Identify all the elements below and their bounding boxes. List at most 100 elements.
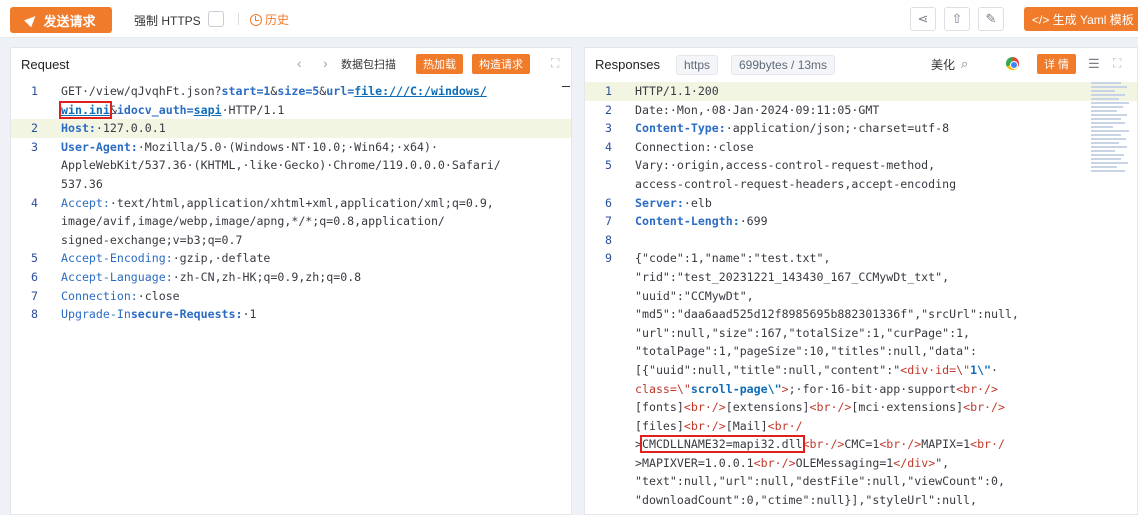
line-content: [files]<br·/>[Mail]<br·/ [635, 418, 803, 433]
line-content: class=\"scroll-page\">;·for·16-bit·app·s… [635, 381, 998, 396]
packet-scan-button[interactable]: 数据包扫描 [341, 55, 396, 73]
request-editor[interactable]: 1 GET·/view/qJvqhFt.json?start=1&size=5&u… [11, 82, 571, 514]
line-number: 5 [605, 158, 612, 173]
force-https-checkbox[interactable] [208, 11, 224, 27]
line-content: Host:·127.0.0.1 [61, 121, 166, 136]
line-content: >CMCDLLNAME32=mapi32.dll<br·/>CMC=1<br·/… [635, 435, 1005, 454]
expand-icon[interactable]: ⛶ [1113, 56, 1121, 71]
generate-yaml-button[interactable]: </> 生成 Yaml 模板 [1024, 7, 1138, 31]
request-title: Request [21, 56, 70, 72]
line-content: >MAPIXVER=1.0.0.1<br·/>OLEMessaging=1</d… [635, 455, 950, 470]
line-content: 537.36 [61, 176, 103, 191]
export-icon[interactable]: ⇧ [944, 7, 970, 31]
line-content: {"code":1,"name":"test.txt", [635, 251, 831, 266]
line-content: Upgrade-Insecure-Requests:·1 [61, 307, 257, 322]
line-number [585, 398, 625, 417]
response-title: Responses [595, 56, 661, 72]
expand-icon[interactable]: ⛶ [551, 56, 559, 71]
share-icon[interactable]: ⋖ [910, 7, 936, 31]
line-number [11, 156, 51, 175]
editor-caret [562, 86, 570, 87]
code-line: 6 Server:·elb [585, 194, 1137, 213]
request-panel: Request ‹ › 数据包扫描 热加载 构造请求 ⛶ 1 GET·/view/… [10, 47, 572, 515]
line-number [585, 268, 625, 287]
line-content: access-control-request-headers,accept-en… [635, 176, 957, 191]
line-number: 6 [605, 195, 612, 210]
line-content: Content-Type:·application/json;·charset=… [635, 121, 950, 136]
code-line: 3 Content-Type:·application/json;·charset… [585, 119, 1137, 138]
line-content: Content-Length:·699 [635, 214, 768, 229]
line-number: 8 [605, 232, 612, 247]
edit-icon[interactable]: ✎ [978, 7, 1004, 31]
response-viewer[interactable]: 1 HTTP/1.1·200 2 Date:·Mon,·08·Jan·2024·09:… [585, 82, 1137, 514]
line-content: "downloadCount":0,"ctime":null}],"styleU… [635, 493, 978, 508]
back-arrow-icon[interactable]: ‹ [297, 55, 302, 71]
history-button[interactable]: 历史 [250, 11, 289, 28]
code-line: >MAPIXVER=1.0.0.1<br·/>OLEMessaging=1</d… [585, 454, 1137, 473]
line-number [585, 324, 625, 343]
size-time-badge: 699bytes / 13ms [731, 55, 836, 75]
code-line: "rid":"test_20231221_143430_167_CCMywDt_… [585, 268, 1137, 287]
line-number [585, 175, 625, 194]
code-line: "uuid":"CCMywDt", [585, 287, 1137, 306]
line-number [585, 380, 625, 399]
code-line: "text":null,"url":null,"destFile":null,"… [585, 472, 1137, 491]
hot-reload-button[interactable]: 热加载 [416, 54, 463, 74]
line-number [11, 231, 51, 250]
line-content: Date:·Mon,·08·Jan·2024·09:11:05·GMT [635, 102, 880, 117]
line-content: HTTP/1.1·200 [635, 84, 719, 98]
line-number: 8 [31, 307, 38, 322]
line-number [11, 175, 51, 194]
request-header: Request ‹ › 数据包扫描 热加载 构造请求 ⛶ [11, 48, 571, 80]
line-number [585, 417, 625, 436]
code-line: 1 HTTP/1.1·200 [585, 82, 1137, 101]
line-content: "rid":"test_20231221_143430_167_CCMywDt_… [635, 269, 950, 284]
code-line: 6 Accept-Language:·zh-CN,zh-HK;q=0.9,zh;q… [11, 268, 571, 287]
code-line: 3 User-Agent:·Mozilla/5.0·(Windows·NT·10.… [11, 138, 571, 157]
line-number: 6 [31, 269, 38, 284]
line-content: "url":null,"size":167,"totalSize":1,"cur… [635, 325, 971, 340]
code-line: 2 Host:·127.0.0.1 [11, 119, 571, 138]
code-line: signed-exchange;v=b3;q=0.7 [11, 231, 571, 250]
protocol-badge: https [676, 55, 719, 75]
code-line: class=\"scroll-page\">;·for·16-bit·app·s… [585, 380, 1137, 399]
code-line: 7 Connection:·close [11, 287, 571, 306]
code-line: 537.36 [11, 175, 571, 194]
line-number: 4 [31, 195, 38, 210]
line-content: Server:·elb [635, 195, 712, 210]
force-https-label: 强制 HTTPS [134, 14, 201, 28]
code-line: [files]<br·/>[Mail]<br·/ [585, 417, 1137, 436]
code-line: 9 {"code":1,"name":"test.txt", [585, 249, 1137, 268]
comment-icon[interactable]: ☰ [1088, 56, 1100, 72]
line-content: [fonts]<br·/>[extensions]<br·/>[mci·exte… [635, 400, 1005, 415]
minimap[interactable] [1091, 82, 1131, 174]
line-number: 9 [605, 251, 612, 266]
line-number [11, 101, 51, 120]
line-content: Connection:·close [61, 288, 180, 303]
send-request-button[interactable]: 发送请求 [10, 7, 112, 33]
browser-icon[interactable] [1006, 57, 1019, 70]
line-number [585, 454, 625, 473]
line-number: 3 [605, 121, 612, 136]
beautify-button[interactable]: 美化 [931, 55, 955, 73]
line-number [585, 305, 625, 324]
line-number [11, 212, 51, 231]
code-line: win.ini&idocv_auth=sapi·HTTP/1.1 [11, 100, 571, 120]
send-request-label: 发送请求 [43, 13, 96, 29]
details-button[interactable]: 详 情 [1037, 54, 1077, 74]
build-request-button[interactable]: 构造请求 [472, 54, 530, 74]
response-panel: Responses https 699bytes / 13ms 美化 ⌕ 详 情… [584, 47, 1138, 515]
line-number [585, 287, 625, 306]
line-content: win.ini&idocv_auth=sapi·HTTP/1.1 [59, 100, 285, 119]
line-content: signed-exchange;v=b3;q=0.7 [61, 232, 243, 247]
code-line: 8 [585, 231, 1137, 250]
forward-arrow-icon[interactable]: › [323, 55, 328, 71]
line-number [585, 342, 625, 361]
code-line: "url":null,"size":167,"totalSize":1,"cur… [585, 324, 1137, 343]
search-icon[interactable]: ⌕ [961, 56, 968, 72]
code-line: 7 Content-Length:·699 [585, 212, 1137, 231]
line-content: "uuid":"CCMywDt", [635, 288, 754, 303]
line-number: 2 [31, 121, 38, 136]
response-header: Responses https 699bytes / 13ms 美化 ⌕ 详 情… [585, 48, 1137, 80]
toolbar-divider [238, 13, 239, 25]
